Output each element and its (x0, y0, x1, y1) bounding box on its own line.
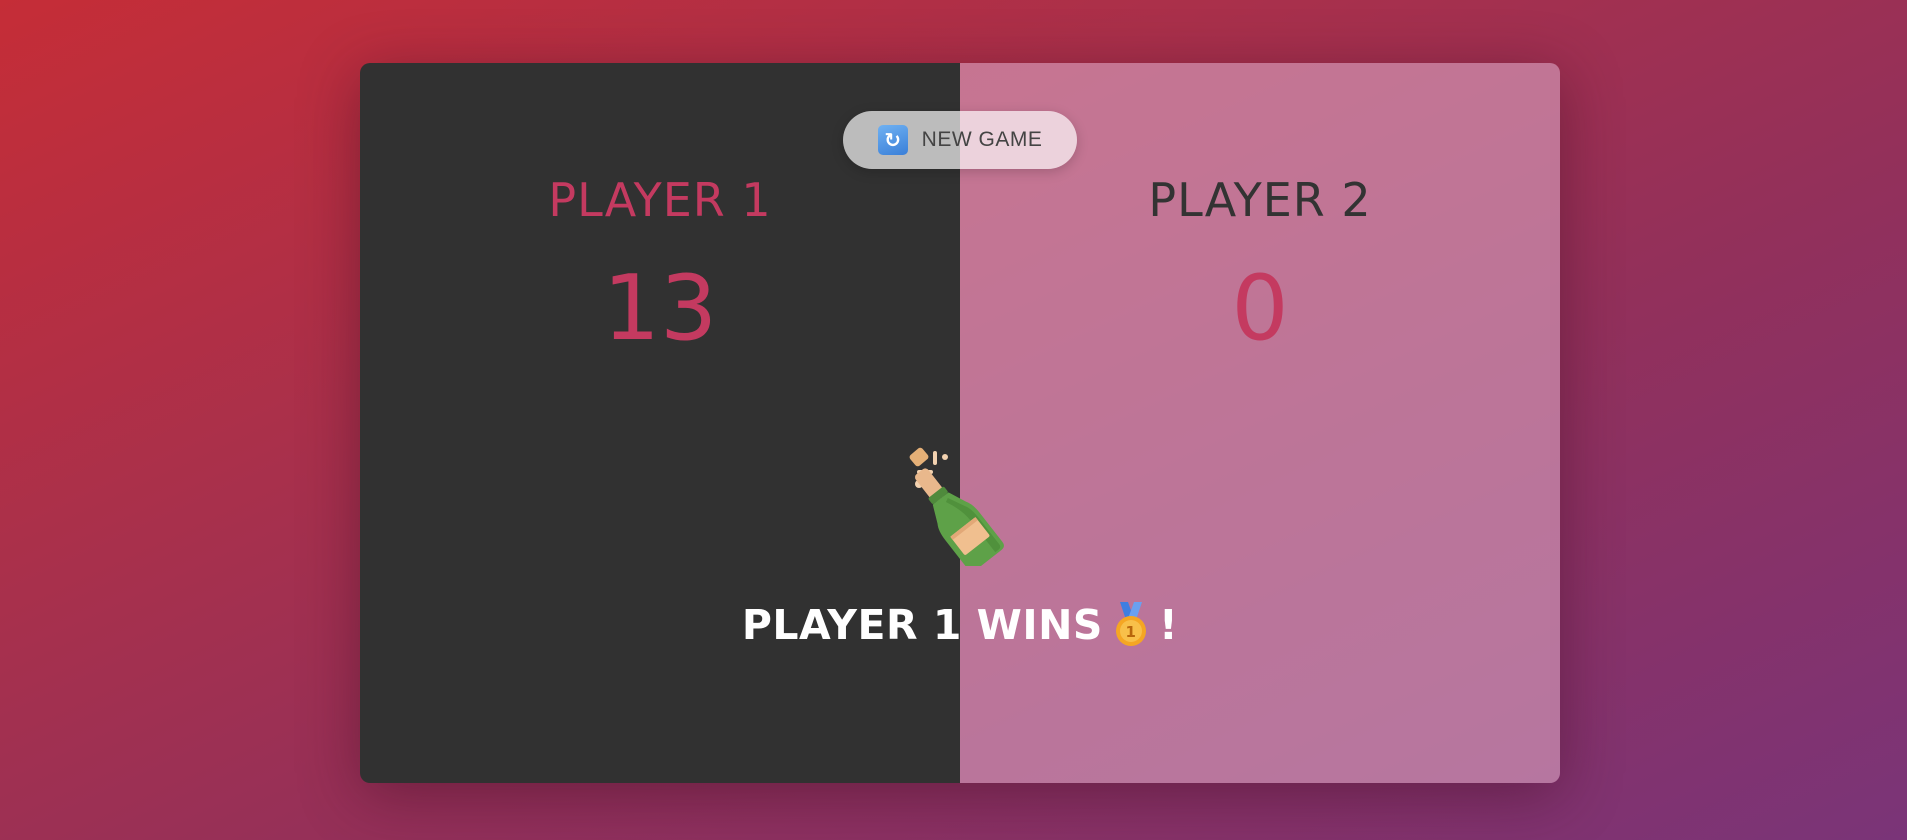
player-1-score: 13 (602, 256, 718, 361)
winner-suffix: ! (1158, 601, 1179, 649)
scoreboard: PLAYER 1 13 PLAYER 2 0 ↻ NEW GAME PLAYER… (360, 63, 1560, 783)
first-place-medal-icon: 1 (1115, 602, 1146, 646)
new-game-label: NEW GAME (921, 128, 1043, 151)
player-1-panel[interactable]: PLAYER 1 13 (360, 63, 960, 783)
new-game-button[interactable]: ↻ NEW GAME (843, 111, 1077, 169)
player-2-name: PLAYER 2 (1148, 173, 1372, 227)
champagne-bottle-icon (909, 447, 1004, 566)
player-1-name: PLAYER 1 (548, 173, 772, 227)
player-2-score: 0 (1231, 256, 1289, 361)
player-2-panel[interactable]: PLAYER 2 0 (960, 63, 1560, 783)
winner-text: PLAYER 1 WINS (741, 601, 1103, 649)
winner-message: PLAYER 1 WINS 1 ! (360, 601, 1560, 649)
refresh-icon: ↻ (877, 125, 908, 155)
svg-text:1: 1 (1126, 623, 1137, 641)
